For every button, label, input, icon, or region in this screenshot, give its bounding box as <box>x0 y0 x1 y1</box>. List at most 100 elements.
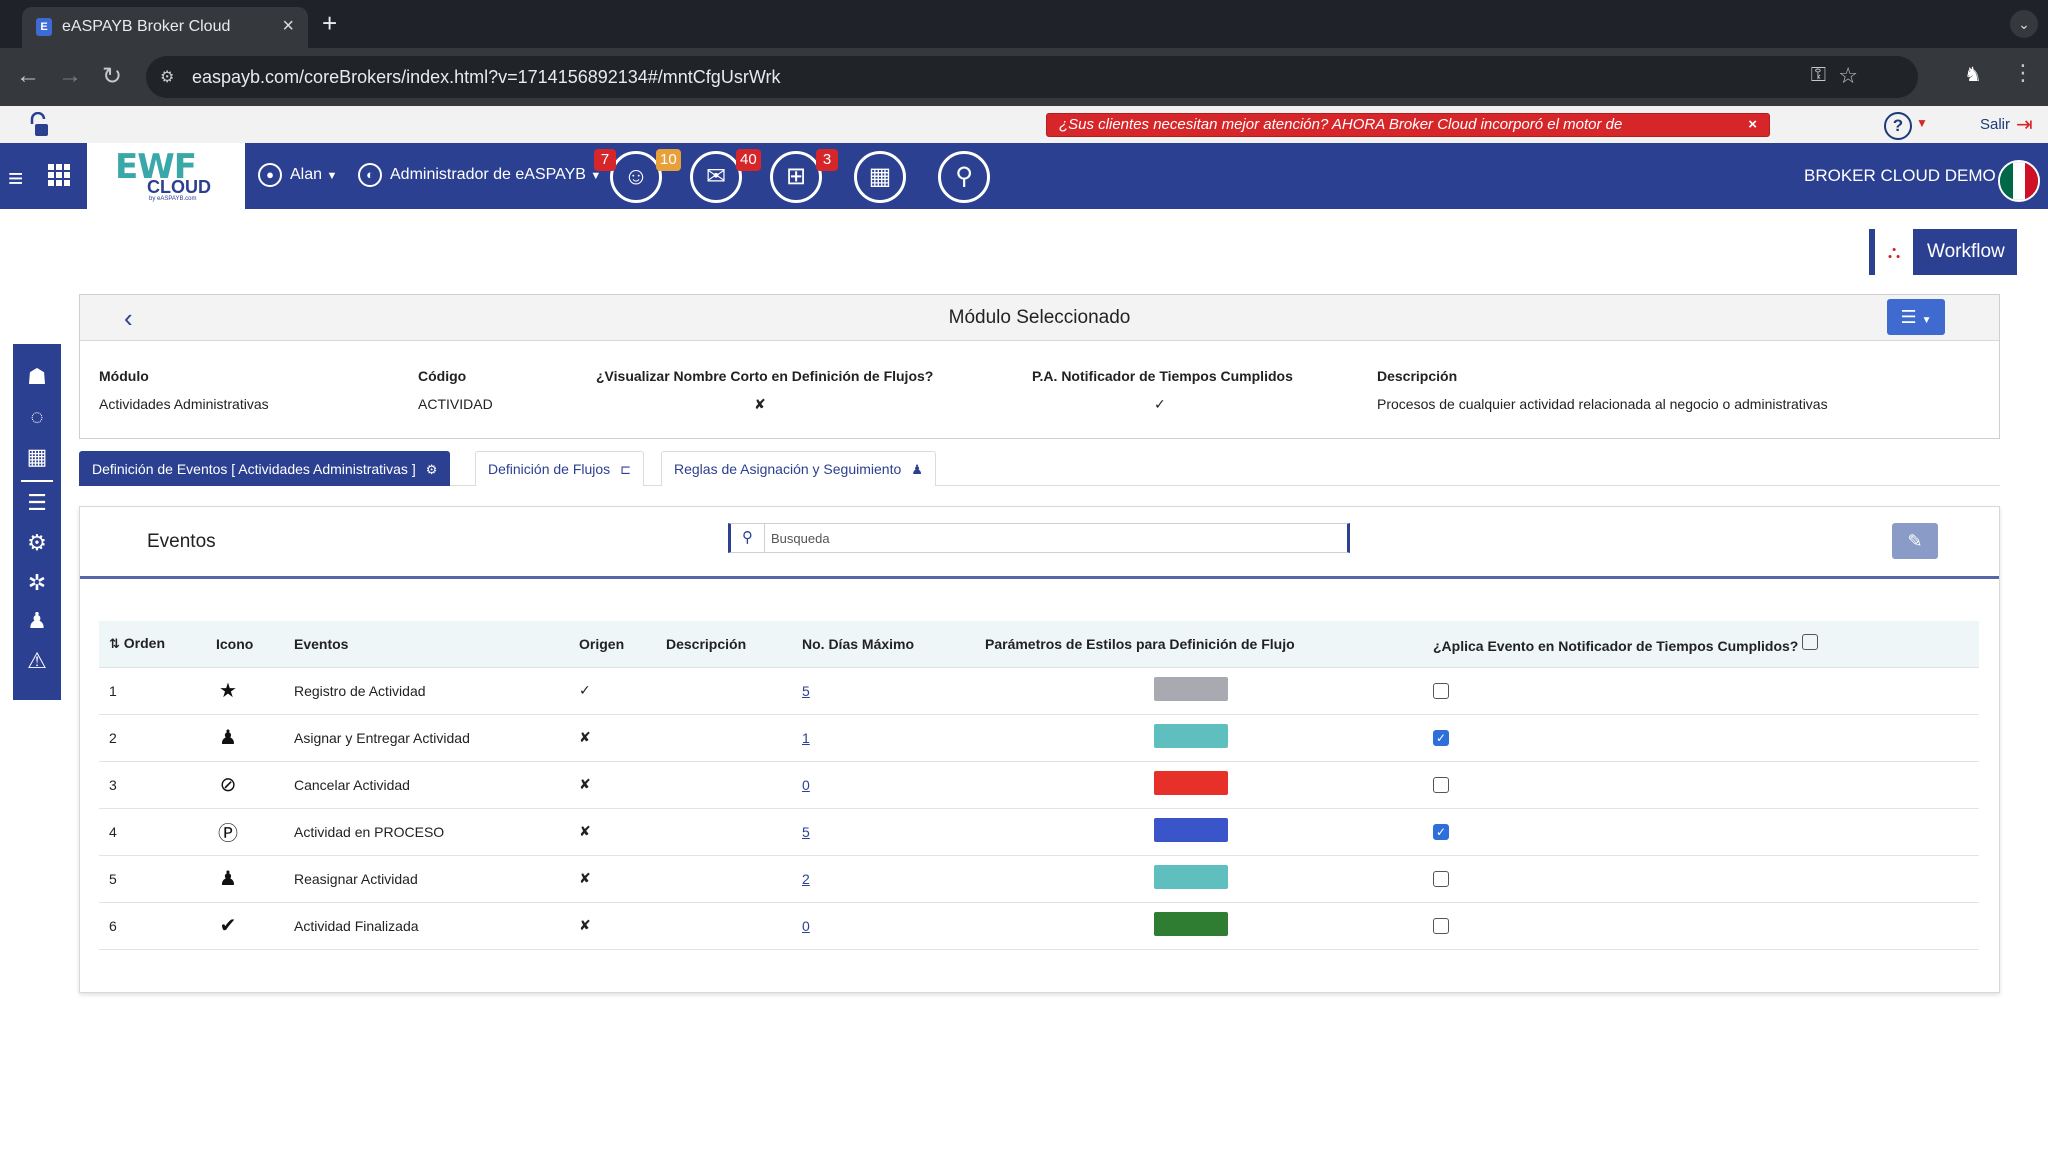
aplica-checkbox[interactable] <box>1433 683 1449 700</box>
bookmark-star-icon[interactable]: ☆ <box>1838 63 1858 89</box>
person-icon: ♟ <box>911 462 923 477</box>
style-swatch[interactable] <box>1154 818 1228 842</box>
tab-reglas-asignacion[interactable]: Reglas de Asignación y Seguimiento ♟ <box>661 451 936 486</box>
nombre-corto-value: ✘ <box>754 396 766 412</box>
search-input[interactable] <box>771 528 1331 548</box>
sort-orden-header[interactable]: ⇅ Orden <box>99 621 206 668</box>
gears-icon: ⚙ <box>425 462 438 477</box>
tab-definicion-eventos[interactable]: Definición de Eventos [ Actividades Admi… <box>79 451 451 486</box>
aplica-checkbox[interactable]: ✓ <box>1433 824 1449 841</box>
ban-icon: ⊘ <box>219 774 237 796</box>
warning-icon[interactable]: ⚠ <box>13 648 61 674</box>
gears-icon[interactable]: ⚙ <box>13 530 61 556</box>
panel-divider <box>80 576 1999 579</box>
cycle-icon[interactable]: ◌ <box>13 404 61 430</box>
icono-cell: ♟ <box>206 855 284 903</box>
icono-cell: Ⓟ <box>206 808 284 856</box>
dias-link[interactable]: 5 <box>802 824 810 840</box>
site-settings-icon[interactable]: ⚙ <box>160 67 174 87</box>
back-icon[interactable]: ← <box>16 62 40 90</box>
descripcion-cell <box>656 808 792 856</box>
team-icon[interactable]: ☗ <box>13 364 61 390</box>
edit-button[interactable]: ✎ <box>1892 523 1938 559</box>
tab-label: Definición de Eventos [ Actividades Admi… <box>92 461 416 477</box>
style-swatch[interactable] <box>1154 771 1228 795</box>
table-row[interactable]: 5 ♟ Reasignar Actividad ✘ 2 <box>99 855 1979 903</box>
table-row[interactable]: 1 ★ Registro de Actividad ✓ 5 <box>99 667 1979 715</box>
browser-menu-icon[interactable]: ⋮ <box>2012 60 2034 86</box>
left-icon-rail: ☗ ◌ ▦ ☰ ⚙ ✲ ♟ ⚠ <box>13 344 61 700</box>
table-row[interactable]: 4 Ⓟ Actividad en PROCESO ✘ 5 ✓ <box>99 808 1979 856</box>
extension-icon[interactable]: ♞ <box>1964 62 1990 90</box>
user-search-icon: ⚲ <box>955 163 973 190</box>
notification-strip: ¿Sus clientes necesitan mejor atención? … <box>0 106 2048 143</box>
workflow-button[interactable]: ⛬ Workflow <box>1869 229 2017 275</box>
evento-cell: Actividad Finalizada <box>284 902 569 950</box>
aplica-checkbox[interactable]: ✓ <box>1433 730 1449 747</box>
forward-icon[interactable]: → <box>58 62 82 90</box>
nombre-corto-label: ¿Visualizar Nombre Corto en Definición d… <box>596 368 934 384</box>
user-search-button[interactable]: ⚲ <box>938 151 990 203</box>
person-icon: ♟ <box>219 727 237 749</box>
aplica-checkbox[interactable] <box>1433 777 1449 794</box>
dias-link[interactable]: 1 <box>802 730 810 746</box>
table-row[interactable]: 2 ♟ Asignar y Entregar Actividad ✘ 1 ✓ <box>99 714 1979 762</box>
check-icon: ✔ <box>219 915 237 937</box>
help-caret-icon[interactable]: ▼ <box>1916 116 1928 130</box>
dias-link[interactable]: 5 <box>802 683 810 699</box>
close-tab-icon[interactable]: × <box>282 15 294 38</box>
table-row[interactable]: 3 ⊘ Cancelar Actividad ✘ 0 <box>99 761 1979 809</box>
dias-link[interactable]: 0 <box>802 918 810 934</box>
aplica-checkbox[interactable] <box>1433 871 1449 888</box>
new-tab-icon[interactable]: + <box>322 8 337 39</box>
style-swatch[interactable] <box>1154 912 1228 936</box>
person-icon[interactable]: ♟ <box>13 608 61 634</box>
dias-link[interactable]: 2 <box>802 871 810 887</box>
style-swatch[interactable] <box>1154 724 1228 748</box>
contacts-button[interactable]: ☺ <box>610 151 662 203</box>
dias-link[interactable]: 0 <box>802 777 810 793</box>
calendar-button[interactable]: ▦ <box>854 151 906 203</box>
style-swatch[interactable] <box>1154 677 1228 701</box>
chevron-down-icon: ▼ <box>326 170 338 183</box>
evento-cell: Registro de Actividad <box>284 667 569 715</box>
icono-cell: ✔ <box>206 902 284 950</box>
tab-search-icon[interactable]: ⌄ <box>2010 10 2038 38</box>
descripcion-cell <box>656 714 792 762</box>
building-icon[interactable]: ▦ <box>13 444 61 470</box>
apps-grid-icon[interactable] <box>48 164 70 186</box>
descripcion-cell <box>656 667 792 715</box>
select-all-checkbox[interactable] <box>1802 633 1819 650</box>
events-table: ⇅ Orden Icono Eventos Origen Descripción… <box>99 621 1979 950</box>
gifts-button[interactable]: ⊞ <box>770 151 822 203</box>
style-swatch[interactable] <box>1154 865 1228 889</box>
estilo-cell <box>975 808 1423 856</box>
tab-definicion-flujos[interactable]: Definición de Flujos ⊏ <box>475 451 645 486</box>
orden-cell: 4 <box>99 808 206 856</box>
reload-icon[interactable]: ↻ <box>102 62 122 91</box>
browser-tab[interactable]: E eASPAYB Broker Cloud × <box>22 7 308 48</box>
help-icon[interactable]: ? <box>1884 112 1912 140</box>
promo-close-icon[interactable]: × <box>1748 114 1757 136</box>
table-row[interactable]: 6 ✔ Actividad Finalizada ✘ 0 <box>99 902 1979 950</box>
brand-name: BROKER CLOUD DEMO <box>1804 166 1996 185</box>
address-bar[interactable]: ⚙ easpayb.com/coreBrokers/index.html?v=1… <box>146 56 1918 98</box>
modulo-value: Actividades Administrativas <box>99 396 269 412</box>
logo-by: by eASPAYB.com <box>149 196 197 202</box>
mail-button[interactable]: ✉ <box>690 151 742 203</box>
table-header-row: ⇅ Orden Icono Eventos Origen Descripción… <box>99 621 1979 668</box>
module-options-button[interactable]: ☰ ▼ <box>1887 299 1945 335</box>
list-icon[interactable]: ☰ <box>13 490 61 516</box>
app-logo[interactable]: EWF CLOUD by eASPAYB.com <box>87 143 245 209</box>
mexico-flag-icon[interactable] <box>1998 160 2040 202</box>
logout-link[interactable]: Salir <box>1980 116 2010 133</box>
aplica-checkbox[interactable] <box>1433 918 1449 935</box>
hamburger-menu-icon[interactable]: ≡ <box>8 163 23 194</box>
logout-icon[interactable]: ⇥ <box>2016 112 2033 137</box>
user-menu[interactable]: ● Alan ▼ <box>258 163 337 187</box>
role-menu[interactable]: ◐ Administrador de eASPAYB ▼ <box>358 163 601 187</box>
unlock-icon[interactable] <box>26 112 50 138</box>
key-icon[interactable]: ⚿ <box>1811 64 1826 87</box>
promo-banner[interactable]: ¿Sus clientes necesitan mejor atención? … <box>1046 113 1770 137</box>
gear-icon[interactable]: ✲ <box>13 570 61 596</box>
